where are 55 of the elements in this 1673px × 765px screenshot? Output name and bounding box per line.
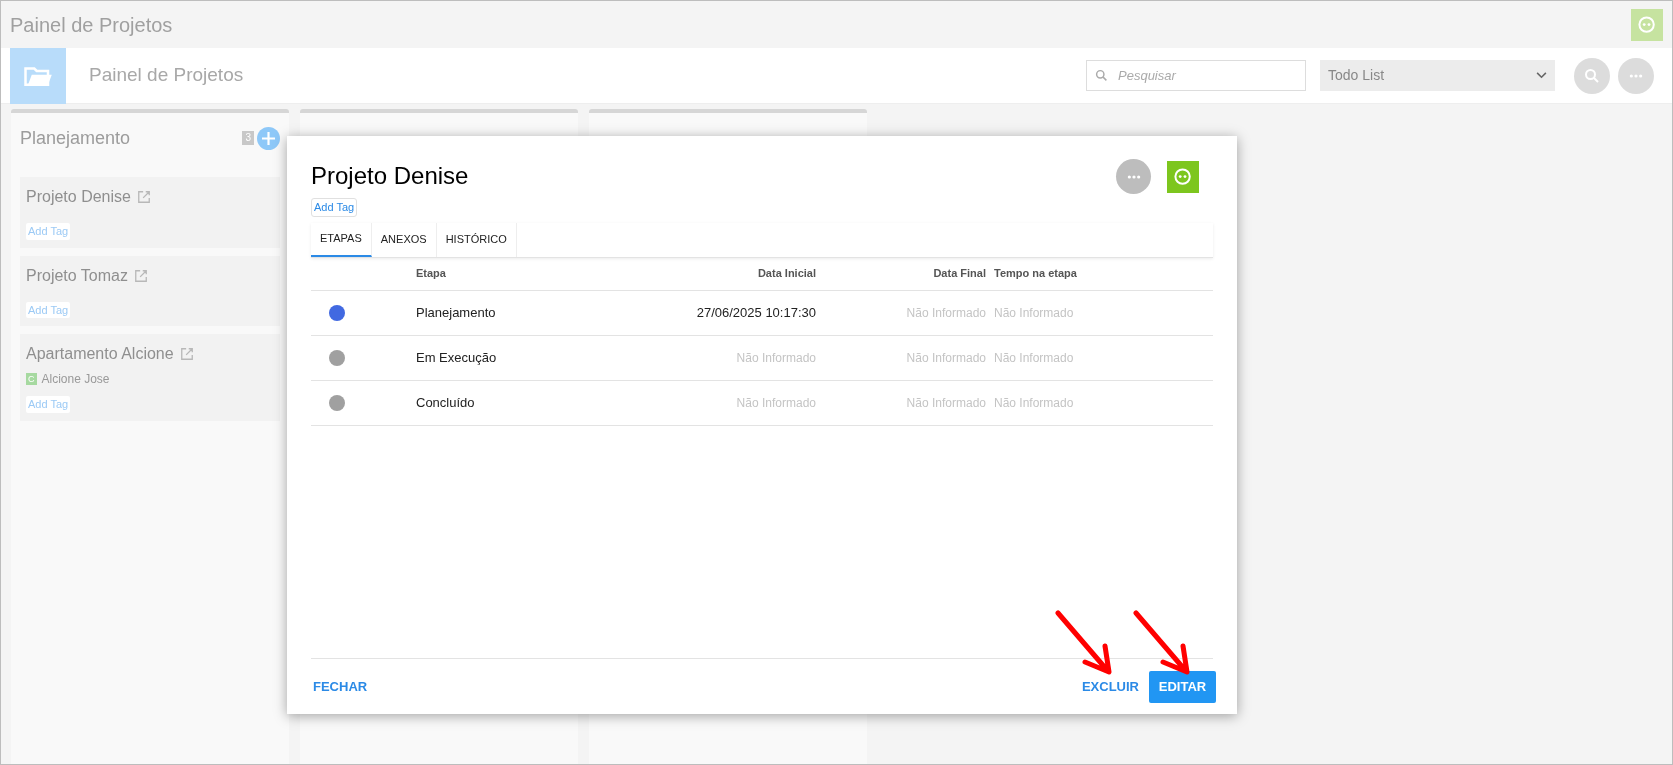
add-tag-button[interactable]: Add Tag	[311, 198, 358, 217]
table-cell-text: Em Execução	[416, 348, 498, 367]
search-icon	[1584, 67, 1600, 84]
search-field[interactable]: Pesquisar	[1086, 60, 1306, 91]
search-icon	[1095, 69, 1108, 82]
project-card[interactable]: Projeto Tomaz Add Tag	[20, 255, 280, 326]
external-link-icon[interactable]	[136, 190, 151, 204]
table-cell-text: Não Informado	[905, 394, 986, 412]
project-card[interactable]: Apartamento Alcione C Alcione Jose Add Tag	[20, 334, 280, 421]
table-cell-text: Não Informado	[905, 349, 986, 367]
add-tag-button[interactable]: Add Tag	[26, 301, 71, 318]
external-link-icon[interactable]	[179, 347, 194, 361]
edit-button[interactable]: EDITAR	[1149, 670, 1216, 703]
table-cell-text: Não Informado	[994, 394, 1074, 412]
dialog-tab[interactable]: ANEXOS	[371, 222, 437, 257]
table-cell-text: 27/06/2025 10:17:30	[695, 303, 816, 322]
more-icon	[1126, 174, 1141, 179]
card-title: Projeto Denise	[26, 187, 131, 207]
list-select[interactable]: Todo List	[1320, 60, 1555, 91]
app-title: Painel de Projetos	[10, 12, 173, 38]
more-icon	[1629, 73, 1643, 78]
robot-icon[interactable]	[1631, 8, 1663, 41]
dialog-title: Projeto Denise	[311, 161, 469, 191]
table-cell-text: Não Informado	[994, 349, 1074, 367]
plus-icon	[262, 131, 275, 145]
search-button[interactable]	[1574, 57, 1610, 94]
table-cell-text: Não Informado	[905, 304, 986, 322]
header-title: Painel de Projetos	[89, 63, 244, 88]
column-header: Data Final	[932, 266, 986, 282]
add-button[interactable]	[257, 126, 280, 150]
dialog-tab[interactable]: HISTÓRICO	[436, 222, 517, 257]
more-button[interactable]	[1116, 159, 1151, 194]
robot-icon[interactable]	[1167, 160, 1199, 193]
dialog-tab[interactable]: ETAPAS	[311, 222, 372, 257]
external-link-icon[interactable]	[134, 268, 148, 283]
column-header: Data Inicial	[756, 266, 816, 282]
add-tag-button[interactable]: Add Tag	[26, 223, 71, 240]
more-button[interactable]	[1618, 57, 1654, 94]
table-cell-text: Não Informado	[735, 349, 816, 367]
table-cell-text: Não Informado	[735, 394, 816, 412]
delete-button[interactable]: EXCLUIR	[1081, 676, 1139, 697]
close-button[interactable]: FECHAR	[313, 676, 368, 697]
add-tag-button[interactable]: Add Tag	[26, 396, 71, 413]
column-header: Etapa	[416, 266, 447, 282]
table-cell-text: Concluído	[416, 393, 476, 412]
chevron-down-icon	[1536, 72, 1547, 79]
project-card[interactable]: Projeto Denise Add Tag	[20, 177, 280, 248]
column-title: Planejamento	[20, 126, 131, 150]
card-title: Projeto Tomaz	[26, 265, 128, 286]
card-title: Apartamento Alcione	[26, 344, 174, 364]
client-name: Alcione Jose	[41, 371, 110, 388]
column-header: Tempo na etapa	[994, 266, 1077, 282]
table-cell-text: Planejamento	[416, 303, 497, 322]
client-badge: C	[26, 373, 37, 385]
table-cell-text: Não Informado	[994, 304, 1074, 322]
